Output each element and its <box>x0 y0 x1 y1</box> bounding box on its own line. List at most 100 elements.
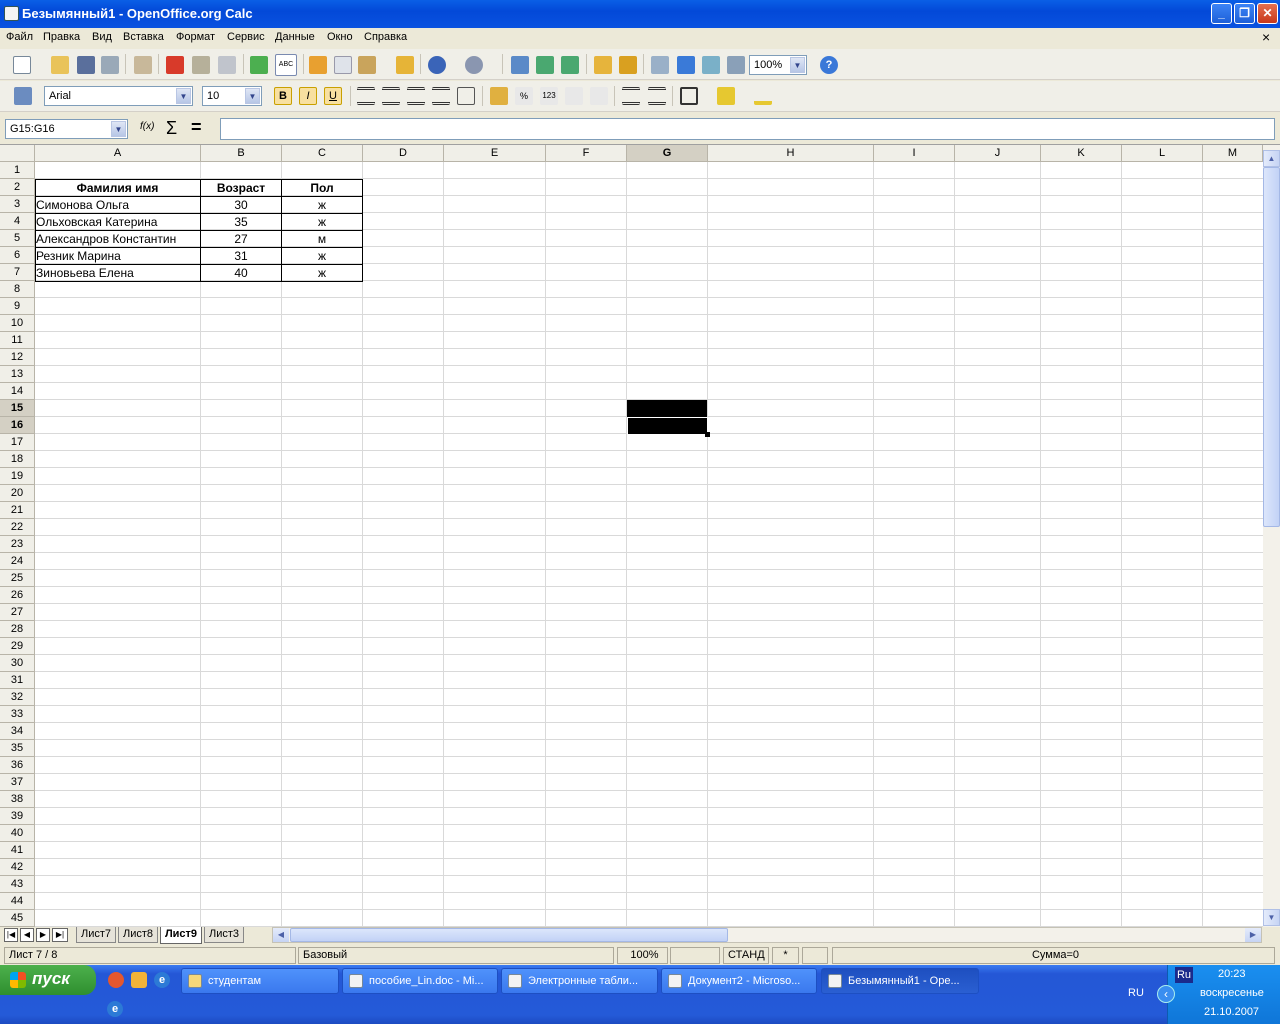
zoom-select[interactable]: 100% ▼ <box>749 55 807 75</box>
column-header[interactable]: E <box>444 145 546 162</box>
row-header[interactable]: 2 <box>0 179 35 196</box>
currency-format-icon[interactable] <box>490 87 508 105</box>
menu-insert[interactable]: Вставка <box>123 31 164 43</box>
insert-mode[interactable]: СТАНД <box>723 947 769 964</box>
paste-icon[interactable] <box>358 56 376 74</box>
row-header[interactable]: 27 <box>0 604 35 621</box>
row-header[interactable]: 12 <box>0 349 35 366</box>
font-size-select[interactable]: 10 ▼ <box>202 86 262 106</box>
bold-button[interactable]: B <box>274 87 292 105</box>
taskbar-item-word-3[interactable]: Документ2 - Microso... <box>661 968 817 994</box>
row-header[interactable]: 17 <box>0 434 35 451</box>
align-center-icon[interactable] <box>382 87 400 105</box>
minimize-button[interactable]: _ <box>1211 3 1232 24</box>
cell-age[interactable]: 40 <box>201 265 281 282</box>
sheet-tab[interactable]: Лист3 <box>204 927 244 943</box>
save-icon[interactable] <box>77 56 95 74</box>
signature-indicator[interactable] <box>802 947 828 964</box>
format-paintbrush-icon[interactable] <box>396 56 414 74</box>
row-header[interactable]: 13 <box>0 366 35 383</box>
italic-button[interactable]: I <box>299 87 317 105</box>
row-header[interactable]: 1 <box>0 162 35 179</box>
cell-gender[interactable]: ж <box>282 214 362 231</box>
row-header[interactable]: 35 <box>0 740 35 757</box>
start-button[interactable]: пуск <box>0 965 96 995</box>
row-header[interactable]: 9 <box>0 298 35 315</box>
row-header-selected[interactable]: 15 <box>0 400 35 417</box>
row-header[interactable]: 24 <box>0 553 35 570</box>
column-header[interactable]: K <box>1041 145 1122 162</box>
column-header[interactable]: H <box>708 145 874 162</box>
row-header[interactable]: 36 <box>0 757 35 774</box>
undo-icon[interactable] <box>428 56 446 74</box>
autospellcheck-icon[interactable]: ABC <box>275 54 297 76</box>
menu-help[interactable]: Справка <box>364 31 407 43</box>
row-header[interactable]: 39 <box>0 808 35 825</box>
cell-name[interactable]: Александров Константин <box>36 231 200 248</box>
open-icon[interactable] <box>51 56 69 74</box>
row-header[interactable]: 5 <box>0 230 35 247</box>
column-header[interactable]: A <box>35 145 201 162</box>
zoom-level[interactable]: 100% <box>617 947 668 964</box>
gallery-icon[interactable] <box>702 56 720 74</box>
column-header[interactable]: J <box>955 145 1041 162</box>
page-style[interactable]: Базовый <box>298 947 614 964</box>
align-right-icon[interactable] <box>407 87 425 105</box>
new-document-icon[interactable] <box>13 56 31 74</box>
show-hidden-icons-button[interactable]: ‹ <box>1157 985 1175 1003</box>
row-header[interactable]: 32 <box>0 689 35 706</box>
show-draw-functions-icon[interactable] <box>619 56 637 74</box>
taskbar-item-folder[interactable]: студентам <box>181 968 339 994</box>
decrease-indent-icon[interactable] <box>622 87 640 105</box>
copy-icon[interactable] <box>334 56 352 74</box>
table-header-name[interactable]: Фамилия имя <box>35 180 200 197</box>
hyperlink-icon[interactable] <box>511 56 529 74</box>
formula-input[interactable] <box>220 118 1275 140</box>
help-icon[interactable]: ? <box>820 56 838 74</box>
row-header[interactable]: 14 <box>0 383 35 400</box>
row-header[interactable]: 3 <box>0 196 35 213</box>
column-header[interactable]: L <box>1122 145 1203 162</box>
column-header-selected[interactable]: G <box>627 145 708 162</box>
scroll-down-button[interactable]: ▼ <box>1263 909 1280 926</box>
row-header[interactable]: 29 <box>0 638 35 655</box>
cell-name[interactable]: Резник Марина <box>36 248 200 265</box>
row-header[interactable]: 21 <box>0 502 35 519</box>
last-sheet-button[interactable]: ▶| <box>52 928 68 942</box>
scroll-right-button[interactable]: ▶ <box>1245 928 1261 942</box>
underline-button[interactable]: U <box>324 87 342 105</box>
row-header[interactable]: 41 <box>0 842 35 859</box>
chart-icon[interactable] <box>594 56 612 74</box>
row-header-selected[interactable]: 16 <box>0 417 35 434</box>
navigator-icon[interactable] <box>677 56 695 74</box>
row-header[interactable]: 44 <box>0 893 35 910</box>
borders-icon[interactable] <box>680 87 698 105</box>
row-header[interactable]: 31 <box>0 672 35 689</box>
standard-format-icon[interactable]: 123 <box>540 87 558 105</box>
taskbar-item-word-1[interactable]: пособие_Lin.doc - Mi... <box>342 968 498 994</box>
row-header[interactable]: 10 <box>0 315 35 332</box>
row-header[interactable]: 7 <box>0 264 35 281</box>
column-header[interactable]: B <box>201 145 282 162</box>
row-header[interactable]: 45 <box>0 910 35 927</box>
row-header[interactable]: 30 <box>0 655 35 672</box>
scroll-up-button[interactable]: ▲ <box>1263 150 1280 167</box>
cell-name[interactable]: Зиновьева Елена <box>36 265 200 282</box>
language-badge[interactable]: Ru <box>1175 967 1193 983</box>
column-header[interactable]: M <box>1203 145 1263 162</box>
internet-explorer-icon[interactable]: e <box>107 1001 123 1017</box>
internet-explorer-icon[interactable]: e <box>154 972 170 988</box>
function-wizard-icon[interactable]: f(x) <box>140 121 158 139</box>
cell-name[interactable]: Ольховская Катерина <box>36 214 200 231</box>
add-decimal-icon[interactable] <box>565 87 583 105</box>
print-icon[interactable] <box>192 56 210 74</box>
column-header[interactable]: D <box>363 145 444 162</box>
find-replace-icon[interactable] <box>651 56 669 74</box>
increase-indent-icon[interactable] <box>648 87 666 105</box>
next-sheet-button[interactable]: ▶ <box>36 928 50 942</box>
row-header[interactable]: 38 <box>0 791 35 808</box>
font-color-icon[interactable] <box>754 87 772 105</box>
close-button[interactable]: ✕ <box>1257 3 1278 24</box>
column-header[interactable]: C <box>282 145 363 162</box>
table-header-age[interactable]: Возраст <box>201 180 281 197</box>
